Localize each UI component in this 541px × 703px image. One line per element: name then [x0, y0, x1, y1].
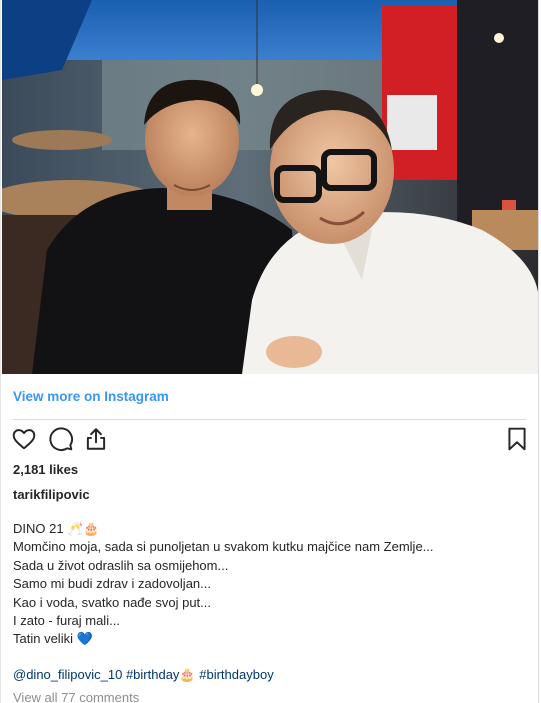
action-bar [11, 426, 530, 454]
caption-line: Sada u život odraslih sa osmijehom... [13, 557, 229, 573]
post-caption: DINO 21 🥂🎂 Momčino moja, sada si punolje… [13, 520, 513, 649]
caption-line: Kao i voda, svatko nađe svoj put... [13, 594, 212, 610]
caption-line: DINO 21 🥂🎂 [13, 521, 100, 536]
caption-line: Samo mi budi zdrav i zadovoljan... [13, 576, 211, 592]
share-icon[interactable] [83, 426, 109, 452]
comment-bubble-icon[interactable] [48, 426, 74, 452]
caption-line: I zato - furaj mali... [13, 613, 120, 629]
mention-link[interactable]: @dino_filipovic_10 [13, 667, 122, 682]
bookmark-icon[interactable] [504, 426, 530, 452]
likes-count[interactable]: 2,181 likes [13, 462, 78, 477]
view-more-on-instagram-link[interactable]: View more on Instagram [13, 389, 169, 404]
caption-tags: @dino_filipovic_10 #birthday🎂 #birthdayb… [13, 667, 274, 683]
caption-line: Momčino moja, sada si punoljetan u svako… [13, 539, 434, 555]
caption-line: Tatin veliki 💙 [13, 631, 93, 647]
post-author-username[interactable]: tarikfilipovic [13, 487, 90, 502]
hashtag-link[interactable]: #birthday🎂 [126, 667, 196, 682]
photo-illustration [2, 0, 538, 374]
hashtag-link[interactable]: #birthdayboy [199, 667, 273, 682]
post-photo[interactable] [2, 0, 538, 374]
heart-icon[interactable] [11, 426, 37, 452]
instagram-embed-card: View more on Instagram 2,181 likes tarik… [0, 0, 539, 703]
view-all-comments-link[interactable]: View all 77 comments [13, 690, 139, 703]
divider [13, 419, 526, 420]
